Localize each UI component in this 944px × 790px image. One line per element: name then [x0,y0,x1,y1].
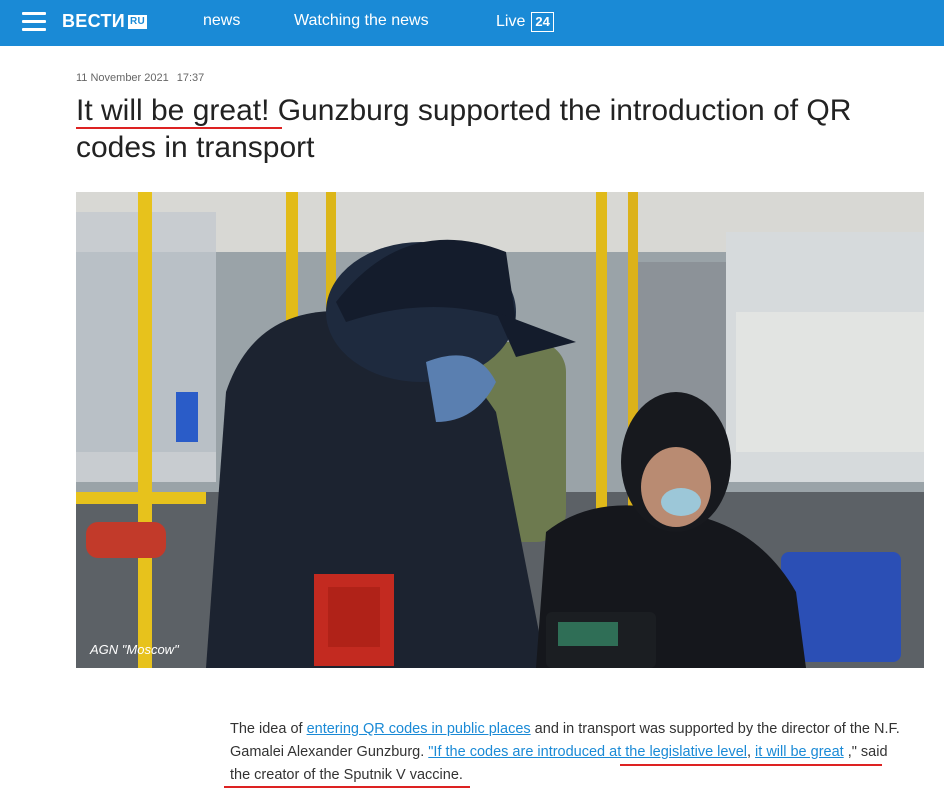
link-quote-legislative-level[interactable]: "If the codes are introduced at the legi… [428,744,747,760]
quote-red-underline-1 [620,764,882,766]
article-lead-paragraph: The idea of entering QR codes in public … [230,718,910,787]
hamburger-menu-icon[interactable] [22,12,46,32]
headline-red-underline [76,127,282,129]
lead-text-1: The idea of [230,721,307,737]
logo-ru-badge: RU [128,14,148,29]
nav-news-link[interactable]: news [203,12,240,30]
article-time: 17:37 [176,72,205,84]
article-headline: It will be great! Gunzburg supported the… [76,94,852,164]
live-24-badge: 24 [531,12,554,32]
article-date: 11 November 2021 17:37 [76,72,204,84]
link-qr-codes-public-places[interactable]: entering QR codes in public places [307,721,531,737]
article-date-text: 11 November 2021 [76,72,169,84]
logo-text: ВЕСТИ [62,11,125,31]
article-photo: AGN "Moscow" [76,192,924,668]
nav-live-label: Live [496,13,526,30]
lead-quote-separator: , [746,744,756,760]
photo-credit: AGN "Moscow" [89,642,180,657]
link-quote-it-will-be-great[interactable]: it will be great [755,744,844,760]
site-logo[interactable]: ВЕСТИ RU [62,11,148,32]
nav-watching-news-link[interactable]: Watching the news [294,12,429,30]
top-navigation-bar: ВЕСТИ RU news Watching the news Live 24 [0,0,944,46]
quote-red-underline-2 [224,786,470,788]
nav-live-link[interactable]: Live 24 [496,12,554,32]
